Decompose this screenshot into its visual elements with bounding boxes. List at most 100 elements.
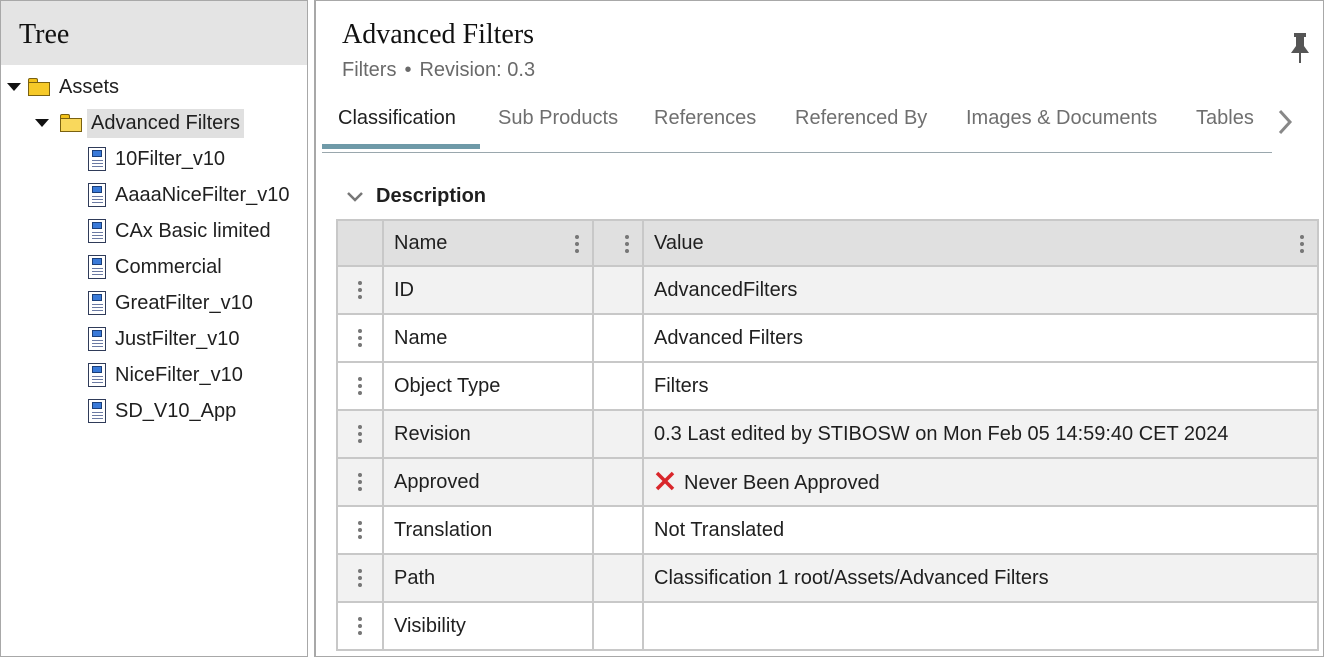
tree-node[interactable]: JustFilter_v10 <box>87 323 244 355</box>
tree-node[interactable]: SD_V10_App <box>87 395 240 427</box>
document-icon <box>87 363 107 387</box>
cell-attribute-value[interactable]: Never Been Approved <box>642 457 1319 507</box>
column-header-name[interactable]: Name <box>382 219 594 267</box>
row-menu-icon[interactable] <box>357 424 363 444</box>
column-menu-icon[interactable] <box>1299 234 1305 254</box>
cell-value-text: Classification 1 root/Assets/Advanced Fi… <box>654 566 1049 589</box>
tree-node-label: CAx Basic limited <box>115 219 271 242</box>
tab-bar: Classification Sub Products References R… <box>322 97 1272 153</box>
cell-attribute-name: Translation <box>382 505 594 555</box>
cell-empty <box>592 505 644 555</box>
cell-value-text: 0.3 Last edited by STIBOSW on Mon Feb 05… <box>654 422 1229 445</box>
section-title: Description <box>376 185 487 207</box>
row-handle[interactable] <box>336 457 384 507</box>
row-handle[interactable] <box>336 601 384 651</box>
tree-node[interactable]: Commercial <box>87 251 226 283</box>
row-menu-icon[interactable] <box>357 376 363 396</box>
document-icon <box>87 399 107 423</box>
row-menu-icon[interactable] <box>357 280 363 300</box>
cell-attribute-name: Visibility <box>382 601 594 651</box>
table-row[interactable]: Revision 0.3 Last edited by STIBOSW on Mo… <box>336 409 1319 459</box>
tree-node[interactable]: GreatFilter_v10 <box>87 287 257 319</box>
table-row[interactable]: ID AdvancedFilters <box>336 265 1319 315</box>
tree-node-advanced-filters[interactable]: Advanced Filters <box>35 107 244 139</box>
tree-node[interactable]: CAx Basic limited <box>87 215 275 247</box>
row-handle[interactable] <box>336 409 384 459</box>
column-menu-icon[interactable] <box>624 234 630 254</box>
row-menu-icon[interactable] <box>357 520 363 540</box>
object-subtitle: Filters • Revision: 0.3 <box>342 59 535 82</box>
cell-attribute-name: Approved <box>382 457 594 507</box>
section-header-description[interactable]: Description <box>344 185 486 208</box>
tree-node-label: 10Filter_v10 <box>115 147 226 170</box>
folder-icon <box>59 113 83 133</box>
column-header-label: Value <box>654 231 704 254</box>
row-handle[interactable] <box>336 313 384 363</box>
tab-classification[interactable]: Classification <box>338 107 456 130</box>
description-table: Name Value ID AdvancedFilters Name Advanced… <box>336 219 1319 651</box>
active-tab-indicator <box>322 144 480 149</box>
tab-referenced-by[interactable]: Referenced By <box>795 107 927 130</box>
tree-node-label: Assets <box>59 75 120 98</box>
row-menu-icon[interactable] <box>357 616 363 636</box>
cell-empty <box>592 361 644 411</box>
tree-node[interactable]: 10Filter_v10 <box>87 143 229 175</box>
row-handle[interactable] <box>336 361 384 411</box>
cell-attribute-name: ID <box>382 265 594 315</box>
page-title: Advanced Filters <box>342 19 535 50</box>
cell-attribute-value[interactable] <box>642 601 1319 651</box>
table-header-row: Name Value <box>336 219 1319 267</box>
row-handle[interactable] <box>336 505 384 555</box>
table-row[interactable]: Name Advanced Filters <box>336 313 1319 363</box>
object-type-label: Filters <box>342 59 397 81</box>
table-row[interactable]: Translation Not Translated <box>336 505 1319 555</box>
revision-label: Revision: 0.3 <box>419 59 536 81</box>
pin-icon[interactable] <box>1289 31 1311 65</box>
cell-attribute-value[interactable]: Not Translated <box>642 505 1319 555</box>
tree-node-label: GreatFilter_v10 <box>115 291 253 314</box>
column-header-extra[interactable] <box>592 219 644 267</box>
row-handle[interactable] <box>336 553 384 603</box>
tab-references[interactable]: References <box>654 107 756 130</box>
tree-node-label: JustFilter_v10 <box>115 327 240 350</box>
expand-arrow-icon[interactable] <box>7 80 21 94</box>
row-menu-icon[interactable] <box>357 472 363 492</box>
row-menu-icon[interactable] <box>357 568 363 588</box>
cell-value-text: Never Been Approved <box>684 471 880 494</box>
cell-empty <box>592 601 644 651</box>
tree-panel-title: Tree <box>1 1 307 65</box>
folder-icon <box>27 77 51 97</box>
tree-node[interactable]: NiceFilter_v10 <box>87 359 247 391</box>
table-row[interactable]: Visibility <box>336 601 1319 651</box>
cell-attribute-name: Path <box>382 553 594 603</box>
document-icon <box>87 147 107 171</box>
header-handle-cell <box>336 219 384 267</box>
cell-value-text: Not Translated <box>654 518 785 541</box>
column-menu-icon[interactable] <box>574 234 580 254</box>
cell-attribute-value[interactable]: 0.3 Last edited by STIBOSW on Mon Feb 05… <box>642 409 1319 459</box>
chevron-down-icon[interactable] <box>344 186 366 208</box>
tab-tables[interactable]: Tables <box>1196 107 1254 130</box>
row-menu-icon[interactable] <box>357 328 363 348</box>
row-handle[interactable] <box>336 265 384 315</box>
expand-arrow-icon[interactable] <box>35 116 49 130</box>
table-row[interactable]: Approved Never Been Approved <box>336 457 1319 507</box>
tree-node-label: SD_V10_App <box>115 399 237 422</box>
column-header-value[interactable]: Value <box>642 219 1319 267</box>
cell-attribute-value[interactable]: Filters <box>642 361 1319 411</box>
tree-node-label: AaaaNiceFilter_v10 <box>115 183 290 206</box>
cell-empty <box>592 265 644 315</box>
tab-images-documents[interactable]: Images & Documents <box>966 107 1157 130</box>
cell-attribute-name: Revision <box>382 409 594 459</box>
cell-attribute-value[interactable]: AdvancedFilters <box>642 265 1319 315</box>
table-row[interactable]: Object Type Filters <box>336 361 1319 411</box>
cell-attribute-value[interactable]: Classification 1 root/Assets/Advanced Fi… <box>642 553 1319 603</box>
separator: • <box>404 59 412 81</box>
tree-node-assets[interactable]: Assets <box>7 71 123 103</box>
red-x-icon <box>655 471 675 490</box>
tab-sub-products[interactable]: Sub Products <box>498 107 618 130</box>
cell-attribute-value[interactable]: Advanced Filters <box>642 313 1319 363</box>
table-row[interactable]: Path Classification 1 root/Assets/Advance… <box>336 553 1319 603</box>
chevron-right-icon[interactable] <box>1274 107 1296 137</box>
tree-node[interactable]: AaaaNiceFilter_v10 <box>87 179 294 211</box>
